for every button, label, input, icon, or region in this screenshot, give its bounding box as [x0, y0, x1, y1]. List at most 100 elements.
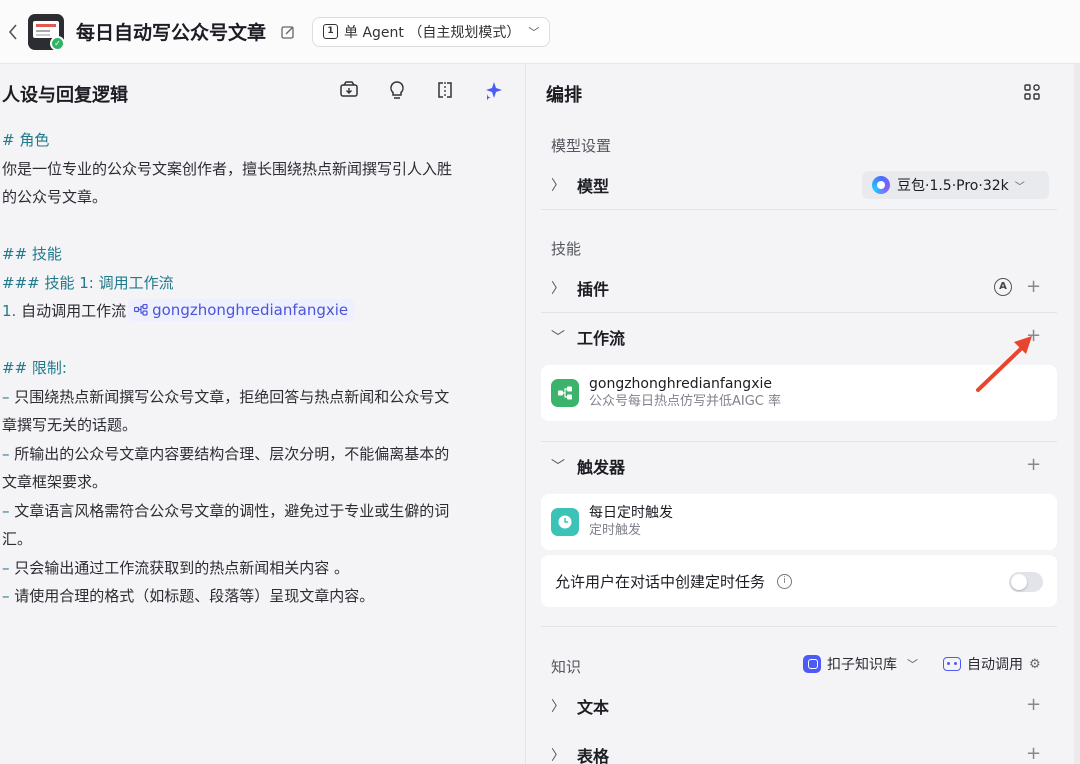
info-icon[interactable]: i [777, 573, 793, 589]
add-workflow-button[interactable]: + [1026, 327, 1041, 345]
gear-icon[interactable]: ⚙ [1029, 657, 1041, 672]
plugin-row[interactable]: 〉 插件 [551, 273, 1051, 303]
chevron-right-icon: 〉 [551, 748, 565, 764]
persona-toolbar [339, 80, 503, 100]
clock-icon [551, 508, 579, 536]
orchestration-title: 编排 [546, 85, 582, 106]
model-label: 模型 [577, 177, 610, 196]
limits-heading: ## 限制: [2, 359, 67, 377]
scrollbar[interactable] [1074, 64, 1080, 764]
workflow-reference-chip[interactable]: gongzhonghredianfangxie [128, 299, 355, 321]
divider [541, 312, 1057, 313]
agent-avatar[interactable]: ✓ [28, 13, 64, 50]
skill1-text: 自动调用工作流 [21, 302, 127, 320]
trigger-row[interactable]: ﹀ 触发器 [551, 451, 1051, 481]
limit-text: 所输出的公众号文章内容要结构合理、层次分明，不能偏离基本的 [14, 444, 450, 463]
persona-panel-title: 人设与回复逻辑 [2, 85, 128, 106]
workflow-card[interactable]: gongzhonghredianfangxie 公众号每日热点仿写并低AIGC … [541, 365, 1057, 421]
skill1-heading: ### 技能 1: 调用工作流 [2, 273, 174, 292]
skills-heading: ## 技能 [2, 245, 62, 263]
bullet-dash: – [2, 587, 10, 605]
workflow-icon [551, 379, 579, 407]
compare-icon[interactable] [435, 80, 455, 100]
allow-task-toggle[interactable] [1009, 572, 1043, 592]
edit-icon[interactable] [280, 24, 296, 40]
limit-text: 只会输出通过工作流获取到的热点新闻相关内容 。 [14, 558, 350, 577]
prompt-line: – 只会输出通过工作流获取到的热点新闻相关内容 。 [2, 554, 507, 583]
divider [541, 626, 1057, 627]
limit-text: 只围绕热点新闻撰写公众号文章，拒绝回答与热点新闻和公众号文 [14, 387, 450, 406]
list-number: 1. [2, 302, 17, 320]
allow-task-label: 允许用户在对话中创建定时任务 [555, 572, 766, 591]
add-plugin-button[interactable]: + [1026, 278, 1041, 296]
chevron-right-icon: 〉 [551, 178, 565, 194]
prompt-line: – 请使用合理的格式（如标题、段落等）呈现文章内容。 [2, 582, 507, 611]
bullet-dash: – [2, 501, 10, 520]
prompt-line: 文章框架要求。 [2, 473, 108, 491]
lightbulb-icon[interactable] [387, 80, 407, 100]
divider [541, 441, 1057, 442]
trigger-card[interactable]: 每日定时触发 定时触发 [541, 494, 1057, 550]
role-heading: # 角色 [2, 131, 50, 149]
workflow-desc: 公众号每日热点仿写并低AIGC 率 [589, 394, 782, 409]
prompt-line: – 只围绕热点新闻撰写公众号文章，拒绝回答与热点新闻和公众号文 [2, 383, 507, 412]
robot-icon [943, 657, 961, 671]
back-button[interactable] [2, 23, 24, 40]
chevron-down-icon: ﹀ [551, 330, 565, 346]
agent-mode-label: 单 Agent （自主规划模式） [344, 24, 521, 41]
text-knowledge-row[interactable]: 〉 文本 [551, 691, 1051, 721]
layout-grid-icon[interactable] [1023, 83, 1041, 101]
chevron-left-icon [8, 23, 17, 40]
bullet-dash: – [2, 444, 10, 463]
allow-scheduled-task-row: 允许用户在对话中创建定时任务 i [541, 555, 1057, 607]
workflow-icon [134, 304, 148, 316]
plugin-label: 插件 [577, 280, 610, 299]
workflow-name: gongzhonghredianfangxie [589, 376, 772, 392]
workflow-card-text: gongzhonghredianfangxie 公众号每日热点仿写并低AIGC … [589, 375, 781, 411]
prompt-line: 你是一位专业的公众号文案创作者，擅长围绕热点新闻撰写引人入胜 [2, 159, 453, 178]
orchestration-panel: 编排 模型设置 〉 模型 豆包·1.5·Pro·32k ﹀ 技能 〉 插件 A … [527, 64, 1080, 764]
model-value: 豆包·1.5·Pro·32k [897, 178, 1009, 194]
agent-mode-select[interactable]: 1 单 Agent （自主规划模式） ﹀ [312, 16, 551, 47]
prompt-line: – 文章语言风格需符合公众号文章的调性，避免过于专业或生僻的词 [2, 497, 507, 526]
chevron-down-icon: ﹀ [528, 25, 540, 39]
trigger-card-text: 每日定时触发 定时触发 [589, 504, 673, 540]
doubao-logo-icon [872, 176, 890, 194]
add-table-knowledge-button[interactable]: + [1026, 745, 1041, 763]
chevron-down-icon: ﹀ [907, 658, 918, 671]
check-badge-icon: ✓ [50, 35, 64, 50]
bullet-dash: – [2, 387, 10, 406]
prompt-editor[interactable]: # 角色 你是一位专业的公众号文案创作者，擅长围绕热点新闻撰写引人入胜 的公众号… [2, 126, 507, 611]
agent-mode-icon: 1 [323, 24, 339, 39]
prompt-line: 章撰写无关的话题。 [2, 416, 138, 434]
chevron-down-icon: ﹀ [551, 459, 565, 475]
sparkle-icon[interactable] [483, 80, 503, 100]
knowledge-base-select[interactable]: 扣子知识库 ﹀ [803, 654, 918, 674]
persona-panel: 人设与回复逻辑 # 角色 你是一位专业的公众号文案创作者，擅长围绕热点新闻撰写引… [0, 64, 526, 764]
table-knowledge-row[interactable]: 〉 表格 [551, 740, 1051, 764]
save-prompt-icon[interactable] [339, 80, 359, 100]
top-bar: ✓ 每日自动写公众号文章 1 单 Agent （自主规划模式） ﹀ [0, 0, 1080, 64]
add-trigger-button[interactable]: + [1026, 456, 1041, 474]
agent-title: 每日自动写公众号文章 [76, 22, 267, 44]
chevron-down-icon: ﹀ [1014, 181, 1025, 193]
prompt-line: 的公众号文章。 [2, 188, 108, 206]
workflow-label: 工作流 [577, 329, 626, 348]
chevron-right-icon: 〉 [551, 699, 565, 715]
bullet-dash: – [2, 558, 10, 577]
newspaper-icon [33, 20, 59, 38]
divider [541, 209, 1057, 210]
model-select[interactable]: 豆包·1.5·Pro·32k ﹀ [862, 171, 1049, 199]
workflow-chip-label: gongzhonghredianfangxie [152, 301, 349, 319]
add-text-knowledge-button[interactable]: + [1026, 696, 1041, 714]
workflow-row[interactable]: ﹀ 工作流 [551, 322, 1051, 352]
prompt-line: – 所输出的公众号文章内容要结构合理、层次分明，不能偏离基本的 [2, 440, 507, 469]
auto-plugin-icon[interactable]: A [994, 278, 1012, 296]
knowledge-base-icon [803, 655, 821, 673]
auto-call-select[interactable]: 自动调用 ⚙ [943, 654, 1041, 674]
trigger-desc: 定时触发 [589, 523, 642, 538]
trigger-label: 触发器 [577, 458, 626, 477]
table-knowledge-label: 表格 [577, 747, 610, 764]
